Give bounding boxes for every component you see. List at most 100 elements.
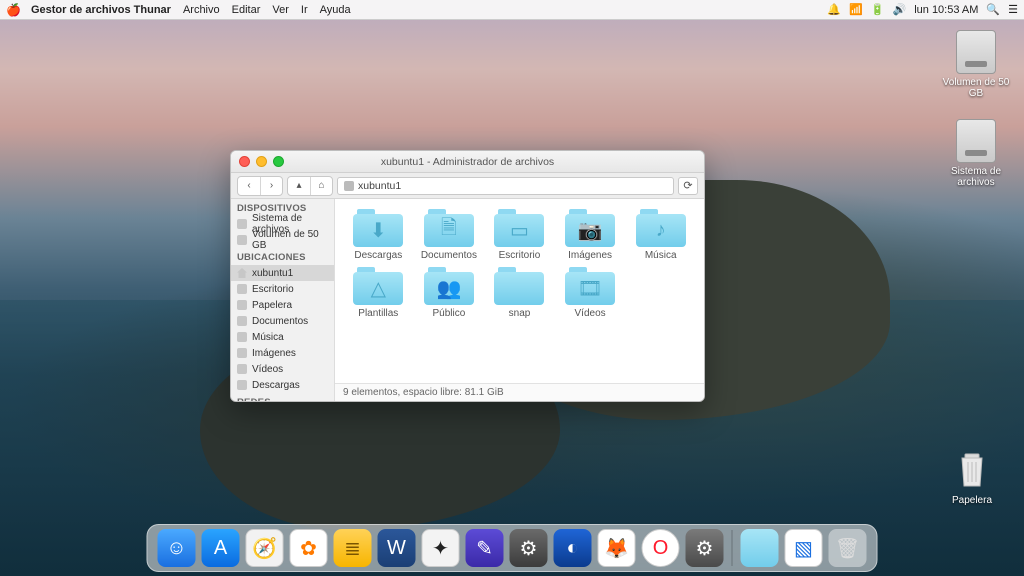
sidebar-place-trash[interactable]: Papelera	[231, 297, 334, 313]
folder-icon: 👥	[424, 267, 474, 305]
drive-icon	[956, 119, 996, 163]
trash-icon	[953, 448, 991, 492]
download-icon	[237, 380, 247, 390]
video-icon	[237, 364, 247, 374]
nav-forward-button[interactable]: ›	[260, 177, 282, 195]
refresh-button[interactable]: ⟳	[678, 177, 698, 195]
image-icon	[237, 348, 247, 358]
nav-up-button[interactable]: ▴	[288, 177, 310, 195]
sidebar-place-videos[interactable]: Vídeos	[231, 361, 334, 377]
desktop-icons: Volumen de 50 GB Sistema de archivos	[940, 30, 1012, 188]
desktop-volume[interactable]: Volumen de 50 GB	[940, 30, 1012, 99]
folder-icon: ▭	[494, 209, 544, 247]
toolbar: ‹ › ▴ ⌂ xubuntu1 ⟳	[231, 173, 704, 199]
folder-item-snap[interactable]: snap	[486, 267, 553, 319]
folder-icon: ⬇	[353, 209, 403, 247]
menu-ayuda[interactable]: Ayuda	[320, 4, 351, 16]
folder-item-vídeos[interactable]: 🎞Vídeos	[557, 267, 624, 319]
home-icon	[344, 181, 354, 191]
window-title: xubuntu1 - Administrador de archivos	[381, 156, 554, 168]
dock-notes[interactable]: ≣	[334, 529, 372, 567]
menu-archivo[interactable]: Archivo	[183, 4, 220, 16]
folder-label: Plantillas	[358, 308, 398, 319]
dock-finder[interactable]: ☺	[158, 529, 196, 567]
folder-label: Documentos	[421, 250, 477, 261]
dock: ☺A🧭✿≣W✦✎⚙◐🦊O⚙▧🗑	[147, 524, 878, 572]
spotlight-icon[interactable]: 🔍	[986, 3, 1000, 16]
dock-gear[interactable]: ⚙	[686, 529, 724, 567]
path-bar[interactable]: xubuntu1	[337, 177, 674, 195]
sidebar-device-volume[interactable]: Volumen de 50 GB	[231, 232, 334, 248]
menu-ir[interactable]: Ir	[301, 4, 308, 16]
folder-item-plantillas[interactable]: △ Plantillas	[345, 267, 412, 319]
volume-icon[interactable]: 🔊	[893, 3, 907, 16]
maximize-button[interactable]	[273, 156, 284, 167]
dock-opera[interactable]: O	[642, 529, 680, 567]
drive-icon	[956, 30, 996, 74]
folder-icon: 📷	[565, 209, 615, 247]
dock-ink[interactable]: ✎	[466, 529, 504, 567]
window-titlebar[interactable]: xubuntu1 - Administrador de archivos	[231, 151, 704, 173]
folder-label: Descargas	[354, 250, 402, 261]
status-bar: 9 elementos, espacio libre: 81.1 GiB	[335, 383, 704, 401]
control-center-icon[interactable]: ☰	[1008, 3, 1018, 16]
menubar-clock[interactable]: lun 10:53 AM	[914, 4, 978, 16]
menubar-app-name[interactable]: Gestor de archivos Thunar	[31, 4, 171, 16]
folder-item-escritorio[interactable]: ▭Escritorio	[486, 209, 553, 261]
apple-menu-icon[interactable]: 🍎	[6, 3, 21, 17]
folder-item-descargas[interactable]: ⬇ Descargas	[345, 209, 412, 261]
breadcrumb-current[interactable]: xubuntu1	[358, 180, 401, 192]
sidebar-place-desktop[interactable]: Escritorio	[231, 281, 334, 297]
close-button[interactable]	[239, 156, 250, 167]
dock-appstore[interactable]: A	[202, 529, 240, 567]
wifi-icon[interactable]: 📶	[849, 3, 863, 16]
desktop-trash-label: Papelera	[952, 495, 992, 506]
dock-stack[interactable]: ▧	[785, 529, 823, 567]
sidebar-network-heading: REDES	[231, 393, 334, 401]
menu-ver[interactable]: Ver	[272, 4, 289, 16]
folder-item-música[interactable]: ♪ Música	[627, 209, 694, 261]
desktop-filesystem[interactable]: Sistema de archivos	[940, 119, 1012, 188]
trash-icon	[237, 300, 247, 310]
folder-icon: ♪	[636, 209, 686, 247]
battery-icon[interactable]: 🔋	[871, 3, 885, 16]
desktop-trash[interactable]: Papelera	[936, 448, 1008, 506]
sidebar-place-downloads[interactable]: Descargas	[231, 377, 334, 393]
home-icon	[237, 268, 247, 278]
dock-folder[interactable]	[741, 529, 779, 567]
dock-firefox[interactable]: 🦊	[598, 529, 636, 567]
music-icon	[237, 332, 247, 342]
dock-word[interactable]: W	[378, 529, 416, 567]
sidebar-place-music[interactable]: Música	[231, 329, 334, 345]
folder-label: Vídeos	[575, 308, 606, 319]
folder-label: Música	[645, 250, 677, 261]
dock-imovie[interactable]: ✦	[422, 529, 460, 567]
folder-item-público[interactable]: 👥 Público	[416, 267, 483, 319]
folder-icon: △	[353, 267, 403, 305]
status-text: 9 elementos, espacio libre: 81.1 GiB	[343, 387, 504, 398]
sidebar-place-documents[interactable]: Documentos	[231, 313, 334, 329]
nav-back-button[interactable]: ‹	[238, 177, 260, 195]
minimize-button[interactable]	[256, 156, 267, 167]
sidebar-place-pictures[interactable]: Imágenes	[231, 345, 334, 361]
content-pane[interactable]: ⬇ Descargas 🗎 Documentos ▭Escritorio 📷 Imágene…	[335, 199, 704, 401]
dock-photos[interactable]: ✿	[290, 529, 328, 567]
folder-icon: 🗎	[424, 209, 474, 247]
dock-safari[interactable]: 🧭	[246, 529, 284, 567]
notifications-icon[interactable]: 🔔	[827, 3, 841, 16]
folder-label: Público	[432, 308, 465, 319]
dock-trash[interactable]: 🗑	[829, 529, 867, 567]
menubar: 🍎 Gestor de archivos Thunar Archivo Edit…	[0, 0, 1024, 20]
folder-label: snap	[509, 308, 531, 319]
menu-editar[interactable]: Editar	[232, 4, 261, 16]
sidebar-place-home[interactable]: xubuntu1	[231, 265, 334, 281]
drive-icon	[237, 235, 247, 245]
folder-item-documentos[interactable]: 🗎 Documentos	[416, 209, 483, 261]
dock-clock[interactable]: ◐	[554, 529, 592, 567]
dock-settings[interactable]: ⚙	[510, 529, 548, 567]
folder-icon	[494, 267, 544, 305]
folder-item-imágenes[interactable]: 📷 Imágenes	[557, 209, 624, 261]
folder-label: Imágenes	[568, 250, 612, 261]
nav-home-button[interactable]: ⌂	[310, 177, 332, 195]
desktop-volume-label: Volumen de 50 GB	[940, 77, 1012, 99]
